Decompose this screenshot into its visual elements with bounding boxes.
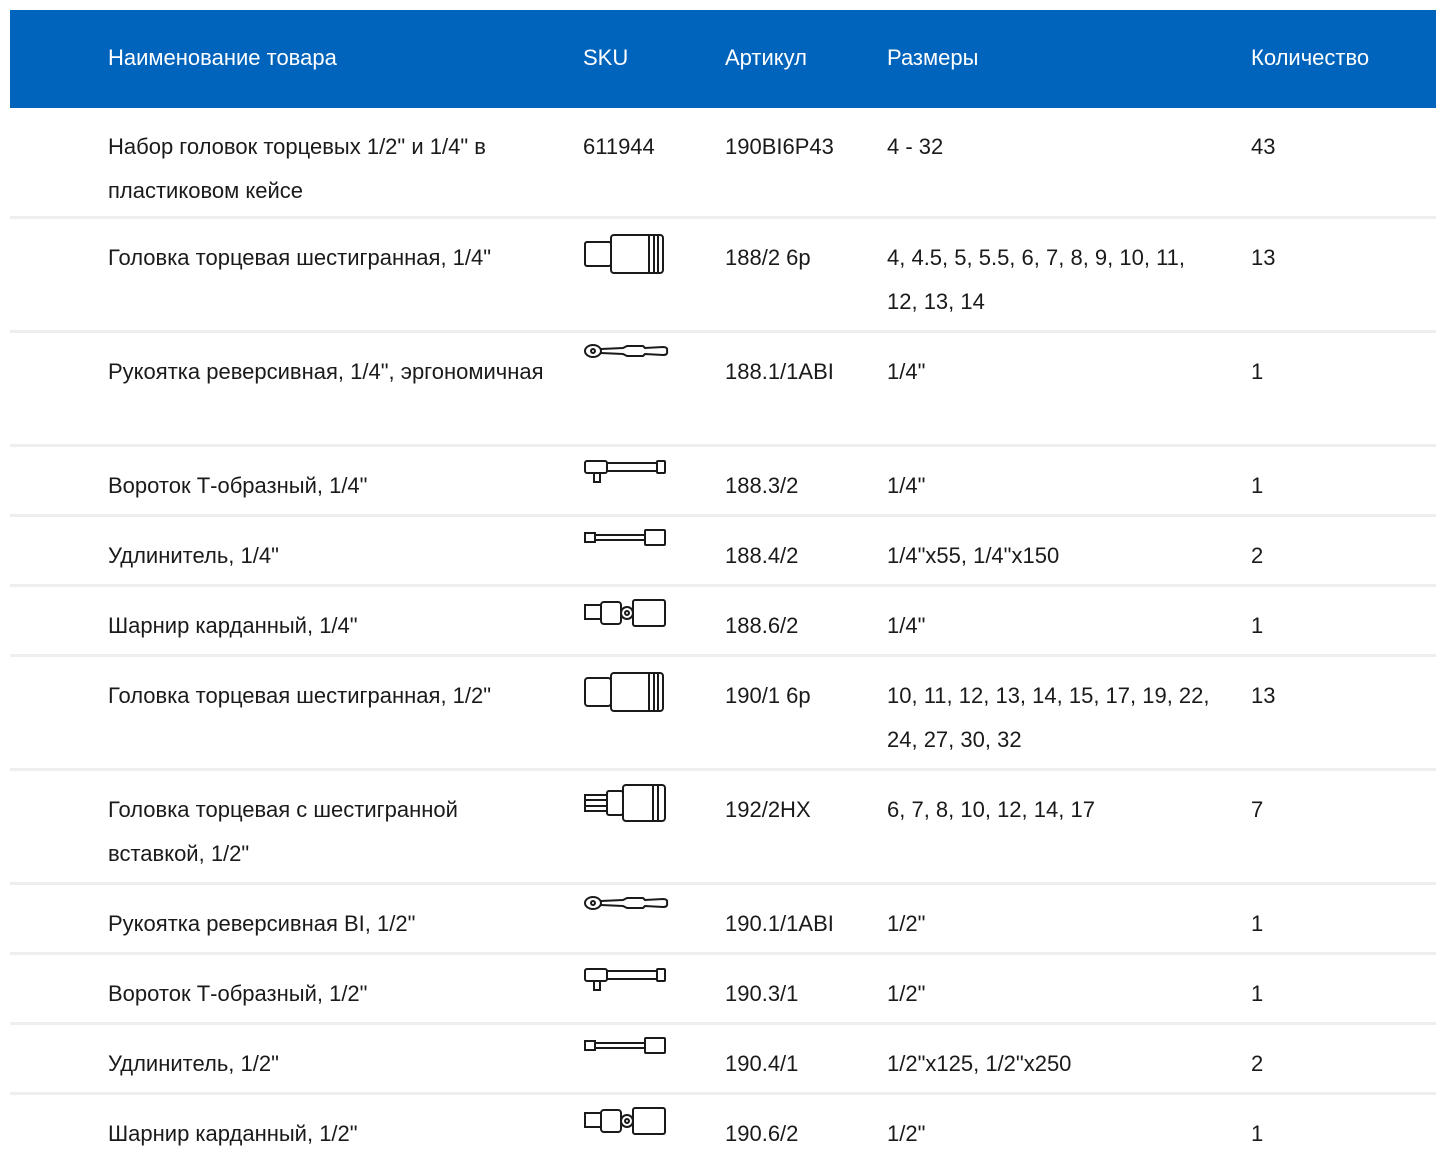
- product-name: Головка торцевая шестигранная, 1/4": [108, 245, 492, 270]
- sizes: 1/2"x125, 1/2"x250: [887, 1051, 1072, 1076]
- table-row: Шарнир карданный, 1/2" 190.6/2 1/2" 1: [10, 1095, 1436, 1157]
- quantity: 1: [1251, 473, 1264, 498]
- sizes: 10, 11, 12, 13, 14, 15, 17, 19, 22, 24, …: [887, 683, 1210, 752]
- article: 190.1/1ABI: [725, 911, 834, 936]
- product-table: Наименование товара SKU Артикул Размеры …: [10, 10, 1436, 1157]
- ratchet-icon: [583, 343, 669, 359]
- sizes: 6, 7, 8, 10, 12, 14, 17: [887, 797, 1095, 822]
- article: 188.6/2: [725, 613, 799, 638]
- table-row: Удлинитель, 1/4" 188.4/2 1/4"x55, 1/4"x1…: [10, 517, 1436, 587]
- column-header-name: Наименование товара: [108, 45, 337, 70]
- product-name: Удлинитель, 1/2": [108, 1051, 279, 1076]
- table-row: Головка торцевая с шестигранной вставкой…: [10, 771, 1436, 885]
- sizes: 1/4": [887, 359, 926, 384]
- quantity: 1: [1251, 981, 1264, 1006]
- table-row: Набор головок торцевых 1/2" и 1/4" в пла…: [10, 108, 1436, 219]
- quantity: 7: [1251, 797, 1264, 822]
- table-row: Рукоятка реверсивная BI, 1/2" 190.1/1ABI…: [10, 885, 1436, 955]
- sizes: 4 - 32: [887, 134, 944, 159]
- ratchet-icon: [583, 895, 669, 911]
- table-row: Головка торцевая шестигранная, 1/4" 188/…: [10, 219, 1436, 333]
- article: 190.4/1: [725, 1051, 799, 1076]
- product-name: Головка торцевая с шестигранной вставкой…: [108, 797, 458, 866]
- article: 188.1/1ABI: [725, 359, 834, 384]
- product-name: Набор головок торцевых 1/2" и 1/4" в пла…: [108, 134, 486, 203]
- extension-icon: [583, 1036, 667, 1056]
- sizes: 1/4": [887, 473, 926, 498]
- article: 188.3/2: [725, 473, 799, 498]
- sizes: 1/2": [887, 981, 926, 1006]
- extension-icon: [583, 528, 667, 548]
- article: 190.6/2: [725, 1121, 799, 1146]
- column-header-sku: SKU: [583, 45, 629, 70]
- article: 188/2 6р: [725, 245, 811, 270]
- sizes: 4, 4.5, 5, 5.5, 6, 7, 8, 9, 10, 11, 12, …: [887, 245, 1186, 314]
- socket-icon: [583, 233, 667, 275]
- product-name: Вороток Т-образный, 1/2": [108, 981, 368, 1006]
- table-row: Вороток Т-образный, 1/4" 188.3/2 1/4" 1: [10, 447, 1436, 517]
- product-name: Шарнир карданный, 1/4": [108, 613, 358, 638]
- product-name: Рукоятка реверсивная, 1/4", эргономичная: [108, 359, 544, 384]
- table-row: Рукоятка реверсивная, 1/4", эргономичная…: [10, 333, 1436, 447]
- article: 190/1 6р: [725, 683, 811, 708]
- product-name: Удлинитель, 1/4": [108, 543, 279, 568]
- product-name: Рукоятка реверсивная BI, 1/2": [108, 911, 416, 936]
- quantity: 2: [1251, 1051, 1264, 1076]
- universal-joint-icon: [583, 598, 667, 628]
- table-header: Наименование товара SKU Артикул Размеры …: [10, 10, 1436, 108]
- sizes: 1/4"x55, 1/4"x150: [887, 543, 1060, 568]
- quantity: 43: [1251, 134, 1276, 159]
- sizes: 1/2": [887, 1121, 926, 1146]
- article: 192/2HX: [725, 797, 811, 822]
- universal-joint-icon: [583, 1106, 667, 1136]
- column-header-article: Артикул: [725, 45, 808, 70]
- table-row: Вороток Т-образный, 1/2" 190.3/1 1/2" 1: [10, 955, 1436, 1025]
- sizes: 1/2": [887, 911, 926, 936]
- socket-icon: [583, 671, 667, 713]
- t-handle-icon: [583, 966, 667, 994]
- article: 190BI6P43: [725, 134, 834, 159]
- product-name: Шарнир карданный, 1/2": [108, 1121, 358, 1146]
- quantity: 13: [1251, 245, 1276, 270]
- table-row: Удлинитель, 1/2" 190.4/1 1/2"x125, 1/2"x…: [10, 1025, 1436, 1095]
- product-name: Головка торцевая шестигранная, 1/2": [108, 683, 492, 708]
- article: 190.3/1: [725, 981, 799, 1006]
- table-row: Головка торцевая шестигранная, 1/2" 190/…: [10, 657, 1436, 771]
- quantity: 1: [1251, 613, 1264, 638]
- sizes: 1/4": [887, 613, 926, 638]
- quantity: 1: [1251, 1121, 1264, 1146]
- table-row: Шарнир карданный, 1/4" 188.6/2 1/4" 1: [10, 587, 1436, 657]
- quantity: 1: [1251, 359, 1264, 384]
- hex-bit-socket-icon: [583, 783, 667, 823]
- sku: 611944: [583, 134, 655, 159]
- quantity: 1: [1251, 911, 1264, 936]
- column-header-sizes: Размеры: [887, 45, 979, 70]
- quantity: 2: [1251, 543, 1264, 568]
- t-handle-icon: [583, 458, 667, 486]
- column-header-quantity: Количество: [1251, 45, 1370, 70]
- product-name: Вороток Т-образный, 1/4": [108, 473, 368, 498]
- article: 188.4/2: [725, 543, 799, 568]
- quantity: 13: [1251, 683, 1276, 708]
